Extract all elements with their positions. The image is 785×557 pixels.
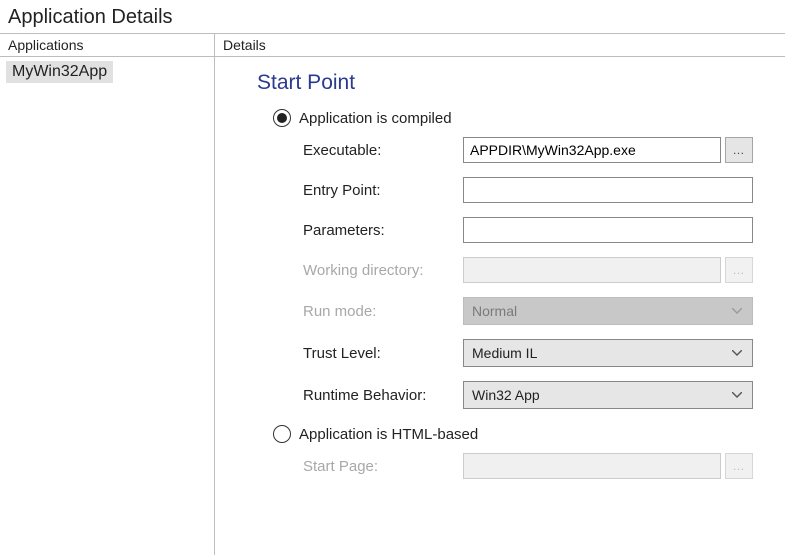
label-run-mode: Run mode: [303,303,463,320]
radio-html-based-label: Application is HTML-based [299,426,478,443]
run-mode-value: Normal [472,303,517,319]
browse-start-page-button: … [725,453,753,479]
radio-row-html-based[interactable]: Application is HTML-based [273,425,767,443]
details-panel: Details Start Point Application is compi… [215,34,785,555]
window-title: Application Details [0,0,785,34]
ellipsis-icon: … [733,263,746,277]
application-item[interactable]: MyWin32App [6,61,113,83]
label-entry-point: Entry Point: [303,182,463,199]
label-trust-level: Trust Level: [303,345,463,362]
sidebar-header: Applications [0,34,214,57]
ellipsis-icon: … [733,143,746,157]
label-working-directory: Working directory: [303,262,463,279]
chevron-down-icon [732,392,742,398]
run-mode-select: Normal [463,297,753,325]
radio-compiled-label: Application is compiled [299,110,452,127]
working-directory-input [463,257,721,283]
browse-working-directory-button: … [725,257,753,283]
details-header: Details [215,34,785,57]
trust-level-select[interactable]: Medium IL [463,339,753,367]
executable-input[interactable] [463,137,721,163]
start-page-input [463,453,721,479]
radio-html-based[interactable] [273,425,291,443]
parameters-input[interactable] [463,217,753,243]
label-start-page: Start Page: [303,458,463,475]
runtime-behavior-value: Win32 App [472,387,540,403]
section-title-start-point: Start Point [257,71,767,95]
label-parameters: Parameters: [303,222,463,239]
label-runtime-behavior: Runtime Behavior: [303,387,463,404]
applications-sidebar: Applications MyWin32App [0,34,215,555]
trust-level-value: Medium IL [472,345,537,361]
runtime-behavior-select[interactable]: Win32 App [463,381,753,409]
chevron-down-icon [732,350,742,356]
radio-compiled[interactable] [273,109,291,127]
radio-row-compiled[interactable]: Application is compiled [273,109,767,127]
ellipsis-icon: … [733,459,746,473]
label-executable: Executable: [303,142,463,159]
chevron-down-icon [732,308,742,314]
browse-executable-button[interactable]: … [725,137,753,163]
entry-point-input[interactable] [463,177,753,203]
